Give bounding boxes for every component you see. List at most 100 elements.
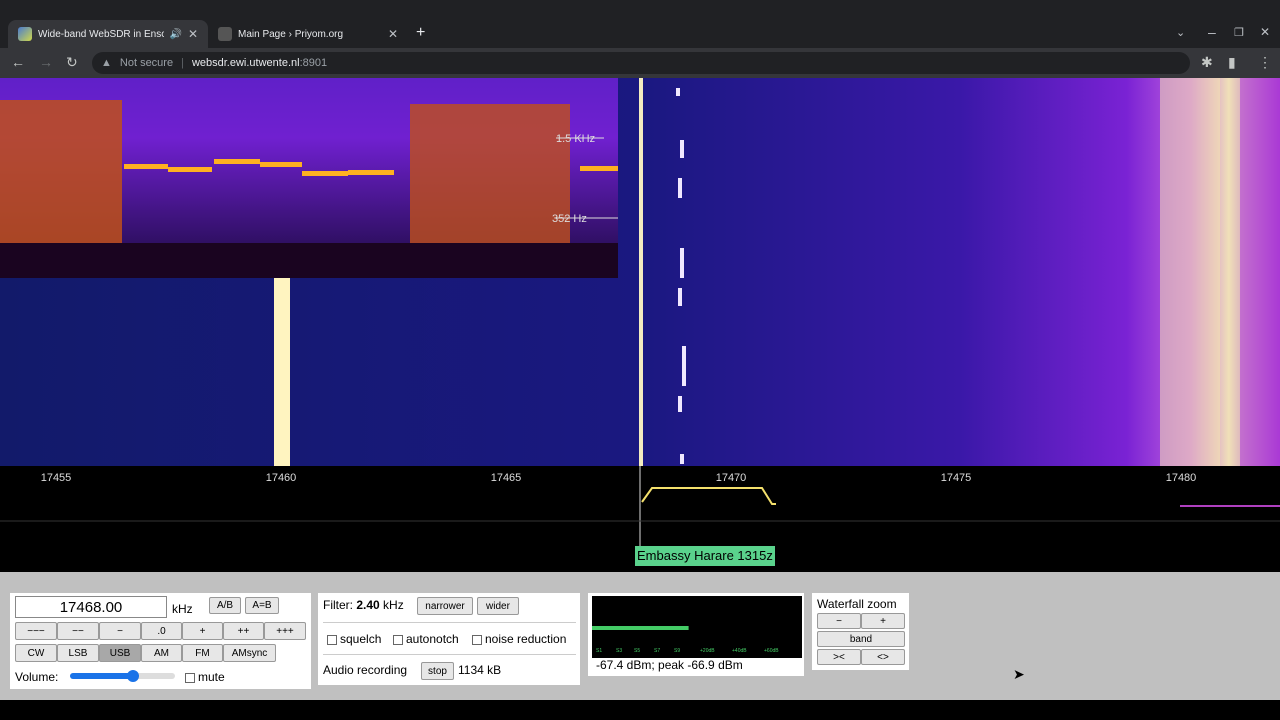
extensions-icon[interactable]: ✱ <box>1201 54 1213 71</box>
url-host: websdr.ewi.utwente.nl <box>191 57 300 69</box>
divider: | <box>181 57 184 69</box>
filter-row: Filter: 2.40 kHz <box>323 598 404 612</box>
zoom-narrow-button[interactable]: >< <box>817 649 861 665</box>
carrier-trace <box>274 278 290 466</box>
mute-checkbox[interactable]: mute <box>185 670 225 684</box>
audio-spectrogram <box>0 78 618 278</box>
mode-lsb-button[interactable]: LSB <box>57 644 99 662</box>
browser-tab-bar: Wide-band WebSDR in Ensch 🔊 ✕ Main Page … <box>0 0 1280 48</box>
round-button[interactable]: .0 <box>141 622 182 640</box>
tab-websdr[interactable]: Wide-band WebSDR in Ensch 🔊 ✕ <box>8 20 208 48</box>
smeter-scale-label: S3 <box>616 648 622 654</box>
spectrogram-label-high: 1.5 KHz <box>556 133 595 145</box>
smeter-scale-label: S7 <box>654 648 660 654</box>
volume-slider[interactable] <box>70 670 175 682</box>
priyom-favicon-icon <box>218 27 232 41</box>
filter-label: Filter: <box>323 598 353 612</box>
station-label[interactable]: Embassy Harare 1315z <box>635 546 775 566</box>
smeter-display: S1 S3 S5 S7 S9 +20dB +40dB +60dB <box>592 596 802 658</box>
filter-value: 2.40 <box>356 598 380 612</box>
checkbox-icon[interactable] <box>327 634 337 645</box>
zoom-in-button[interactable]: + <box>861 613 905 629</box>
zoom-title: Waterfall zoom <box>817 597 897 611</box>
checkbox-icon[interactable] <box>185 672 195 683</box>
close-window-icon[interactable]: ✕ <box>1260 25 1270 39</box>
step-up-3-button[interactable]: +++ <box>264 622 306 640</box>
tab-priyom[interactable]: Main Page › Priyom.org ✕ <box>208 20 408 48</box>
mode-cw-button[interactable]: CW <box>15 644 57 662</box>
smeter-scale-label: S1 <box>596 648 602 654</box>
noise-reduction-label: noise reduction <box>485 632 567 646</box>
page-bottom <box>0 700 1280 720</box>
mode-usb-button[interactable]: USB <box>99 644 141 662</box>
squelch-checkbox[interactable]: squelch <box>327 632 381 646</box>
step-down-3-button[interactable]: −−− <box>15 622 57 640</box>
filter-unit: kHz <box>383 598 404 612</box>
autonotch-checkbox[interactable]: autonotch <box>393 632 459 646</box>
wider-button[interactable]: wider <box>477 597 519 615</box>
waterfall-display[interactable]: 1.5 KHz 352 Hz <box>0 78 1280 466</box>
forward-icon[interactable]: → <box>39 54 53 70</box>
recording-label: Audio recording <box>323 663 408 677</box>
frequency-input[interactable]: 17468.00 <box>15 596 167 618</box>
volume-slider-handle[interactable] <box>127 670 139 682</box>
reload-icon[interactable]: ↻ <box>66 54 78 71</box>
close-tab-icon[interactable]: ✕ <box>188 27 198 41</box>
noise-reduction-checkbox[interactable]: noise reduction <box>472 632 566 646</box>
narrower-button[interactable]: narrower <box>417 597 473 615</box>
signal-band-edge <box>1240 78 1280 466</box>
tab-search-icon[interactable]: ⌄ <box>1176 26 1185 39</box>
mode-amsync-button[interactable]: AMsync <box>223 644 276 662</box>
smeter-bar <box>592 626 689 630</box>
back-icon[interactable]: ← <box>11 54 25 70</box>
checkbox-icon[interactable] <box>393 634 403 645</box>
smeter-scale-label: S9 <box>674 648 680 654</box>
smeter-scale-label: S5 <box>634 648 640 654</box>
spectrogram-label-low: 352 Hz <box>552 213 587 225</box>
smeter-scale-label: +20dB <box>700 648 715 654</box>
restore-icon[interactable]: ❐ <box>1234 26 1244 39</box>
smeter-reading: -67.4 dBm; peak -66.9 dBm <box>596 658 743 672</box>
close-tab-icon[interactable]: ✕ <box>388 27 398 41</box>
a-equals-b-button[interactable]: A=B <box>245 597 279 614</box>
smeter-scale-label: +60dB <box>764 648 779 654</box>
tab-title: Main Page › Priyom.org <box>238 28 344 40</box>
mode-fm-button[interactable]: FM <box>182 644 223 662</box>
strong-signal-band <box>1160 78 1220 466</box>
checkbox-icon[interactable] <box>472 634 482 645</box>
step-up-2-button[interactable]: ++ <box>223 622 264 640</box>
websdr-favicon-icon <box>18 27 32 41</box>
mode-am-button[interactable]: AM <box>141 644 182 662</box>
url-port: :8901 <box>299 57 328 69</box>
zoom-out-button[interactable]: − <box>817 613 861 629</box>
security-status[interactable]: Not secure <box>120 57 173 69</box>
squelch-label: squelch <box>340 632 382 646</box>
recording-size: 1134 kB <box>458 663 502 677</box>
step-down-2-button[interactable]: −− <box>57 622 99 640</box>
control-panel: 17468.00 kHz A/B A=B −−− −− − .0 + ++ ++… <box>0 572 1280 700</box>
step-up-1-button[interactable]: + <box>182 622 223 640</box>
ab-button[interactable]: A/B <box>209 597 241 614</box>
frequency-scale[interactable]: 17455 17460 17465 17470 17475 17480 Emba… <box>0 466 1280 572</box>
tab-title: Wide-band WebSDR in Ensch <box>38 28 164 40</box>
volume-label: Volume: <box>15 670 59 684</box>
divider <box>323 654 576 655</box>
warning-icon[interactable]: ▲ <box>101 57 112 69</box>
address-bar[interactable]: ▲ Not secure | websdr.ewi.utwente.nl :89… <box>92 52 1190 74</box>
divider <box>323 622 576 623</box>
mute-label: mute <box>198 670 225 684</box>
speaker-icon[interactable]: 🔊 <box>170 29 182 40</box>
autonotch-label: autonotch <box>406 632 459 646</box>
zoom-wide-button[interactable]: <> <box>861 649 905 665</box>
stop-recording-button[interactable]: stop <box>421 662 454 680</box>
new-tab-icon[interactable]: + <box>416 24 425 42</box>
menu-icon[interactable]: ⋮ <box>1258 54 1272 71</box>
step-down-1-button[interactable]: − <box>99 622 141 640</box>
tuning-marker-line <box>639 78 643 466</box>
minimize-icon[interactable]: – <box>1208 24 1216 40</box>
side-panel-icon[interactable]: ▮ <box>1228 54 1236 71</box>
frequency-unit: kHz <box>172 602 193 616</box>
zoom-band-button[interactable]: band <box>817 631 905 647</box>
smeter-scale-label: +40dB <box>732 648 747 654</box>
mouse-cursor-icon: ➤ <box>1013 666 1025 682</box>
